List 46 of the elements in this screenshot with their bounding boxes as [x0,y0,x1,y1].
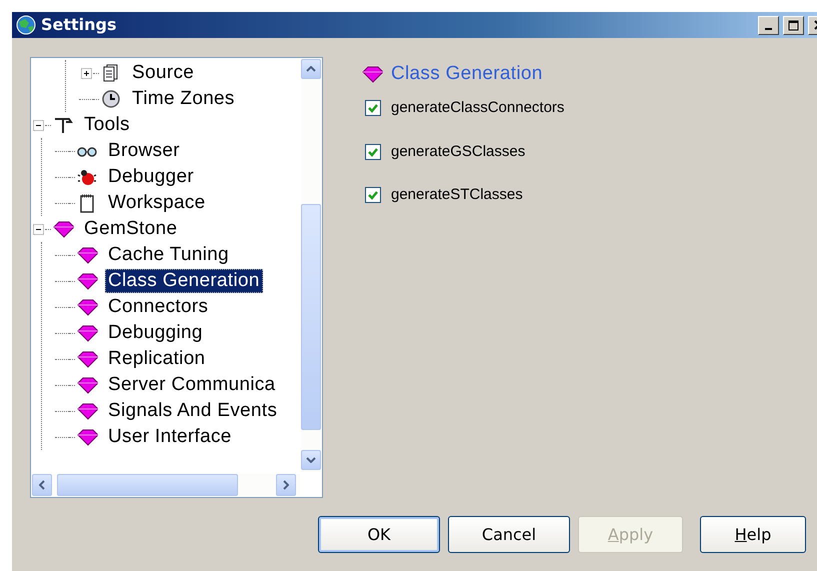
tree-item[interactable]: Browser [105,139,183,163]
option-label: generateGSClasses [391,142,526,162]
dialog-button[interactable]: OK [318,516,440,553]
maximize-icon [788,20,799,30]
tree-item[interactable]: Workspace [105,191,208,215]
tree-item[interactable]: Debugging [105,321,206,345]
scroll-up-button[interactable] [301,59,321,79]
scroll-thumb[interactable] [57,474,238,496]
maximize-button[interactable] [783,16,804,34]
tree-item[interactable]: Class Generation [105,269,263,293]
option-label: generateSTClasses [391,185,523,205]
tree-item[interactable]: Signals And Events [105,399,280,423]
chevron-down-icon [306,457,316,463]
scroll-down-button[interactable] [301,450,321,470]
tree-item[interactable]: Tools [81,113,133,137]
panel-heading: Class Generation [391,62,543,86]
clock-icon [100,88,122,110]
checkbox[interactable] [365,100,381,116]
tree-view[interactable]: Source Time Zones Tools Browser Debugger Workspace GemStone Cache Tuning Class Generation Connectors Debugging Replication Server Communica Signals And Events User Interface [30,57,323,498]
collapse-icon[interactable] [32,224,44,234]
chevron-left-icon [39,480,45,490]
tree-item[interactable]: Replication [105,347,208,371]
minimize-button[interactable] [758,16,779,34]
scroll-left-button[interactable] [32,474,52,496]
minimize-icon [765,28,772,30]
tree-item[interactable]: User Interface [105,425,235,449]
checkbox[interactable] [365,187,381,204]
chevron-right-icon [283,480,289,490]
tree-item[interactable]: Source [129,61,198,85]
tree-item[interactable]: Time Zones [129,87,238,111]
chevron-up-icon [306,66,316,72]
dialog-button[interactable]: Help [700,516,806,553]
scroll-right-button[interactable] [276,474,296,496]
tree-item[interactable]: GemStone [81,217,180,241]
tree-item[interactable]: Server Communica [105,373,278,397]
tree-item[interactable]: Connectors [105,295,212,319]
expand-icon[interactable] [80,68,92,78]
window-title: Settings [41,14,117,36]
app-icon [15,15,37,35]
option-label: generateClassConnectors [391,98,564,118]
checkbox[interactable] [365,144,381,160]
dialog-button[interactable]: Cancel [448,516,570,553]
tree-item[interactable]: Cache Tuning [105,243,232,267]
tree-item[interactable]: Debugger [105,165,197,189]
scroll-thumb[interactable] [301,204,321,430]
collapse-icon[interactable] [32,120,44,130]
